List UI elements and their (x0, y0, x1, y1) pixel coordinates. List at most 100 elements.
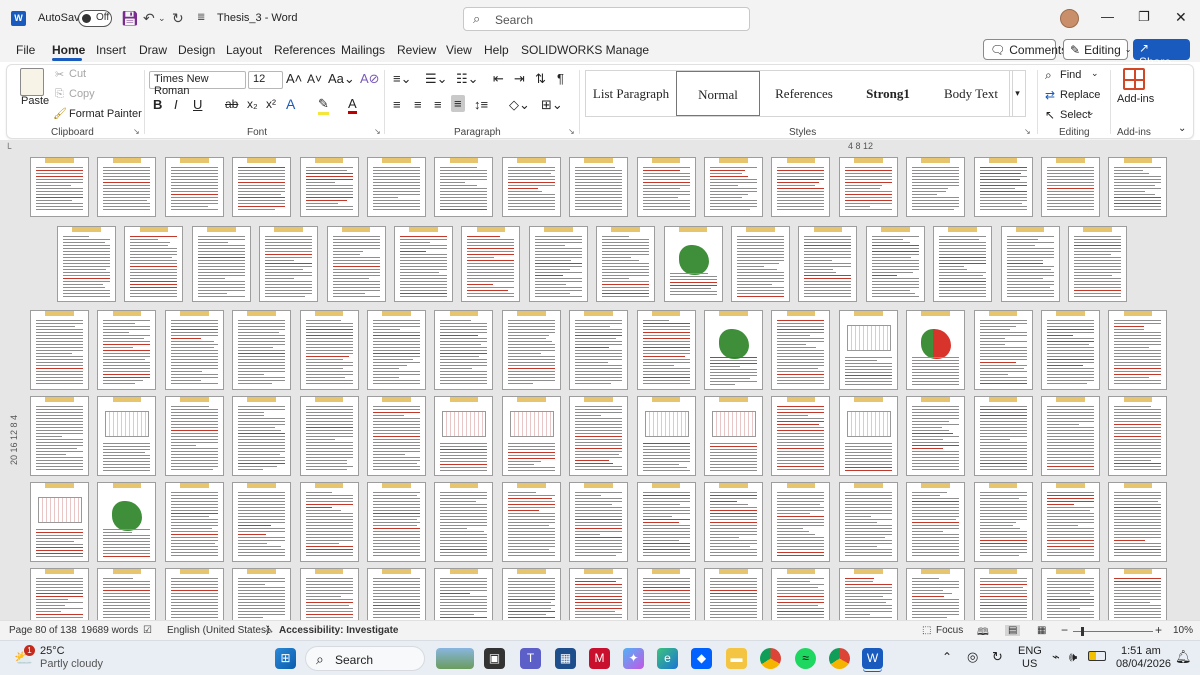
page-thumbnail[interactable] (1041, 157, 1100, 217)
change-case-icon[interactable]: Aa⌄ (328, 71, 355, 87)
page-thumbnail[interactable] (124, 226, 184, 302)
page-thumbnail[interactable] (232, 310, 292, 390)
page-thumbnail[interactable] (164, 482, 224, 562)
page-thumbnail[interactable] (434, 396, 494, 476)
font-name-dropdown[interactable]: Times New Roman (149, 71, 246, 97)
page-thumbnail[interactable] (30, 568, 89, 620)
page-thumbnail[interactable] (299, 310, 359, 390)
page-thumbnail[interactable] (906, 157, 966, 217)
page-thumbnail[interactable] (704, 310, 763, 390)
text-effects-icon[interactable]: A (286, 96, 295, 112)
word-app-icon[interactable]: W (11, 11, 26, 26)
customize-toolbar-icon[interactable]: ≣ (197, 9, 205, 27)
styles-more-icon[interactable]: ▾ (1009, 70, 1026, 117)
bold-icon[interactable]: B (153, 97, 162, 112)
page-thumbnail[interactable] (1041, 396, 1100, 476)
page-thumbnail[interactable] (30, 396, 89, 476)
align-right-icon[interactable]: ≡ (434, 97, 442, 112)
replace-icon[interactable]: ⇄ (1045, 88, 1055, 102)
zoom-in-icon[interactable]: + (1155, 623, 1162, 637)
page-thumbnail[interactable] (1108, 482, 1168, 562)
page-thumbnail[interactable] (97, 310, 157, 390)
editing-mode-button[interactable]: ✎ Editing ⌄ (1063, 39, 1131, 60)
taskbar-search[interactable]: ⌕ Search (305, 646, 425, 671)
numbering-icon[interactable]: ☰⌄ (425, 71, 448, 87)
chrome-icon[interactable] (760, 648, 781, 669)
page-thumbnail[interactable] (973, 396, 1033, 476)
page-thumbnail[interactable] (838, 310, 898, 390)
page-thumbnail[interactable] (232, 568, 292, 620)
page-thumbnail[interactable] (838, 568, 898, 620)
avatar[interactable] (1060, 9, 1079, 28)
tab-solidworks-manage[interactable]: SOLIDWORKS Manage (521, 43, 649, 57)
font-launcher-icon[interactable]: ↘ (374, 127, 381, 136)
page-thumbnail[interactable] (704, 396, 763, 476)
page-thumbnail[interactable] (97, 157, 157, 217)
notifications-icon[interactable]: 🔔︎ (1175, 649, 1192, 665)
undo-dropdown-icon[interactable]: ⌄ (158, 9, 166, 27)
page-thumbnail[interactable] (30, 482, 89, 562)
page-thumbnail[interactable] (164, 157, 224, 217)
dropbox-icon[interactable]: ◆ (691, 648, 712, 669)
page-thumbnail[interactable] (569, 310, 629, 390)
page-thumbnail[interactable] (1041, 482, 1100, 562)
keyboard-region[interactable]: US (1022, 658, 1037, 670)
page-thumbnail[interactable] (164, 310, 224, 390)
align-center-icon[interactable]: ≡ (414, 97, 422, 112)
teams-icon[interactable]: T (520, 648, 541, 669)
tab-home[interactable]: Home (52, 43, 85, 57)
collapse-ribbon-icon[interactable]: ⌄ (1178, 123, 1186, 134)
page-thumbnail[interactable] (838, 396, 898, 476)
page-thumbnail[interactable] (1108, 396, 1168, 476)
volume-icon[interactable]: 🕪︎ (1069, 649, 1077, 665)
tab-file[interactable]: File (16, 43, 35, 57)
page-thumbnail[interactable] (501, 310, 561, 390)
cut-button[interactable]: Cut (69, 68, 86, 80)
page-thumbnail[interactable] (367, 310, 426, 390)
search-highlight-icon[interactable] (436, 648, 474, 669)
page-thumbnail[interactable] (906, 482, 966, 562)
tab-insert[interactable]: Insert (96, 43, 126, 57)
share-button[interactable]: ↗ Share (1133, 39, 1190, 69)
select-chevron-icon[interactable]: ⌄ (1087, 107, 1095, 118)
store-icon[interactable]: ▦ (555, 648, 576, 669)
copy-icon[interactable]: ⎘ (55, 88, 64, 101)
chrome-profile-icon[interactable] (829, 648, 850, 669)
page-thumbnail[interactable] (434, 568, 494, 620)
page-thumbnail[interactable] (97, 568, 157, 620)
page-thumbnail[interactable] (30, 157, 89, 217)
page-thumbnail[interactable] (394, 226, 453, 302)
edge-icon[interactable]: e (657, 648, 678, 669)
grow-font-icon[interactable]: A˄ (286, 71, 302, 86)
decrease-indent-icon[interactable]: ⇤ (493, 71, 504, 87)
format-painter-button[interactable]: Format Painter (69, 108, 142, 120)
restore-icon[interactable]: ❐ (1138, 9, 1150, 25)
page-thumbnail[interactable] (501, 396, 561, 476)
page-thumbnail[interactable] (973, 568, 1033, 620)
task-view-icon[interactable]: ▣ (484, 648, 505, 669)
find-chevron-icon[interactable]: ⌄ (1091, 68, 1099, 79)
tab-selector-icon[interactable]: └ (5, 143, 11, 153)
page-thumbnail[interactable] (569, 568, 629, 620)
word-taskbar-icon[interactable]: W (862, 648, 883, 669)
page-thumbnail[interactable] (461, 226, 521, 302)
zoom-slider[interactable] (1073, 627, 1153, 636)
sync-icon[interactable]: ↻ (992, 649, 1003, 665)
page-thumbnail[interactable] (1000, 226, 1060, 302)
page-thumbnail[interactable] (663, 226, 723, 302)
page-thumbnail[interactable] (501, 157, 561, 217)
align-left-icon[interactable]: ≡ (393, 97, 401, 112)
page-thumbnail[interactable] (1108, 568, 1168, 620)
tab-review[interactable]: Review (397, 43, 436, 57)
select-button[interactable]: Select (1060, 109, 1091, 121)
page-thumbnail[interactable] (771, 310, 831, 390)
page-thumbnail[interactable] (933, 226, 993, 302)
spotify-icon[interactable]: ≈ (795, 648, 816, 669)
print-layout-icon[interactable]: ▤ (1005, 625, 1021, 636)
page-thumbnail[interactable] (367, 568, 426, 620)
font-size-dropdown[interactable]: 12 (248, 71, 283, 89)
line-spacing-icon[interactable]: ↕≡ (474, 97, 488, 112)
page-thumbnail[interactable] (973, 310, 1033, 390)
minimize-icon[interactable]: — (1101, 9, 1114, 24)
page-thumbnail[interactable] (259, 226, 319, 302)
